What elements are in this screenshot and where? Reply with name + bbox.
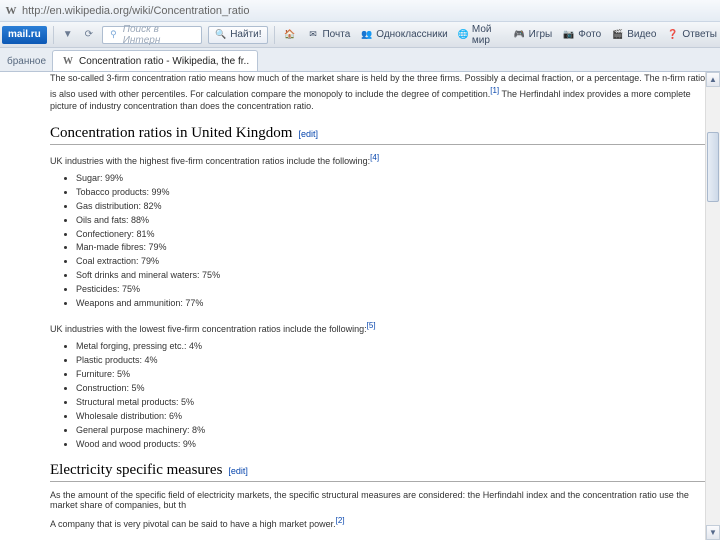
toolbar-icon: 🎬 [611, 28, 624, 41]
list-item: Metal forging, pressing etc.: 4% [76, 340, 712, 354]
wikipedia-favicon: W [4, 4, 18, 18]
list-item: Wood and wood products: 9% [76, 438, 712, 452]
list-item: Furniture: 5% [76, 368, 712, 382]
address-bar: W http://en.wikipedia.org/wiki/Concentra… [0, 0, 720, 22]
scroll-thumb[interactable] [707, 132, 719, 202]
list-item: Oils and fats: 88% [76, 214, 712, 228]
toolbar-icon: 🏠 [283, 28, 296, 41]
list-item: Soft drinks and mineral waters: 75% [76, 269, 712, 283]
mailru-toolbar: mail.ru ▼ ⟳ ⚲ Поиск в Интерн 🔍 Найти! 🏠 ✉… [0, 22, 720, 48]
tab-active[interactable]: W Concentration ratio - Wikipedia, the f… [52, 50, 258, 71]
search-icon: ⚲ [107, 28, 120, 41]
toolbar-link[interactable]: 👥Одноклассники [357, 28, 450, 41]
reload-icon[interactable]: ⟳ [82, 29, 96, 40]
toolbar-link[interactable]: 📷Фото [559, 28, 604, 41]
toolbar-icon: 🎮 [513, 28, 526, 41]
section-uk-heading: Concentration ratios in United Kingdom[e… [50, 125, 712, 145]
list-item: Tobacco products: 99% [76, 186, 712, 200]
tab-title: Concentration ratio - Wikipedia, the fr.… [79, 56, 249, 67]
find-button[interactable]: 🔍 Найти! [208, 26, 267, 44]
toolbar-icon: 📷 [562, 28, 575, 41]
mailru-logo[interactable]: mail.ru [2, 26, 47, 44]
section-electricity-heading: Electricity specific measures[edit] [50, 462, 712, 482]
list-item: Sugar: 99% [76, 172, 712, 186]
search-placeholder: Поиск в Интерн [123, 24, 197, 46]
list-item: Coal extraction: 79% [76, 255, 712, 269]
list-item: Man-made fibres: 79% [76, 241, 712, 255]
toolbar-link[interactable]: 🎮Игры [510, 28, 556, 41]
intro-low: UK industries with the lowest five-firm … [50, 321, 712, 334]
list-item: Pesticides: 75% [76, 283, 712, 297]
list-item: Structural metal products: 5% [76, 396, 712, 410]
list-item: Weapons and ammunition: 77% [76, 297, 712, 311]
favorites-label[interactable]: бранное [3, 56, 52, 71]
edit-link[interactable]: [edit] [298, 129, 318, 139]
toolbar-icon: ❓ [666, 28, 679, 41]
magnifier-icon: 🔍 [214, 28, 227, 41]
elec-line: A company that is very pivotal can be sa… [50, 516, 712, 529]
scroll-up-icon[interactable]: ▲ [706, 72, 720, 87]
list-item: Plastic products: 4% [76, 354, 712, 368]
toolbar-icon: 👥 [360, 28, 373, 41]
list-item: General purpose machinery: 8% [76, 424, 712, 438]
intro-high: UK industries with the highest five-firm… [50, 153, 712, 166]
toolbar-link[interactable]: ❓Ответы [663, 28, 720, 41]
lead-paragraph: The so-called 3-firm concentration ratio… [50, 72, 712, 113]
article-content: The so-called 3-firm concentration ratio… [50, 72, 712, 540]
high-list: Sugar: 99%Tobacco products: 99%Gas distr… [76, 172, 712, 311]
wikipedia-favicon: W [61, 54, 75, 68]
list-item: Wholesale distribution: 6% [76, 410, 712, 424]
edit-link[interactable]: [edit] [228, 466, 248, 476]
url-text[interactable]: http://en.wikipedia.org/wiki/Concentrati… [22, 5, 249, 17]
toolbar-link[interactable]: 🏠 [280, 28, 299, 41]
list-item: Confectionery: 81% [76, 228, 712, 242]
scroll-down-icon[interactable]: ▼ [706, 525, 720, 540]
tab-bar: бранное W Concentration ratio - Wikipedi… [0, 48, 720, 72]
search-input[interactable]: ⚲ Поиск в Интерн [102, 26, 202, 44]
toolbar-icon: 🌐 [458, 28, 469, 41]
toolbar-link[interactable]: ✉Почта [303, 28, 353, 41]
toolbar-link[interactable]: 🌐Мой мир [455, 24, 506, 46]
low-list: Metal forging, pressing etc.: 4%Plastic … [76, 340, 712, 452]
elec-lead: As the amount of the specific field of e… [50, 490, 712, 510]
toolbar-icon: ✉ [306, 28, 319, 41]
list-item: Construction: 5% [76, 382, 712, 396]
vertical-scrollbar[interactable]: ▲ ▼ [705, 72, 720, 540]
list-item: Gas distribution: 82% [76, 200, 712, 214]
toolbar-link[interactable]: 🎬Видео [608, 28, 659, 41]
back-arrow-icon[interactable]: ▼ [60, 29, 76, 40]
